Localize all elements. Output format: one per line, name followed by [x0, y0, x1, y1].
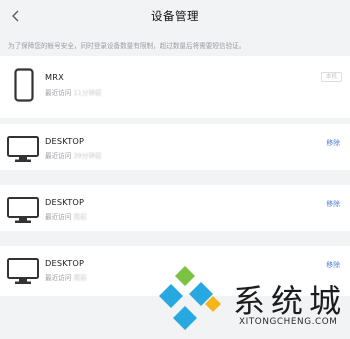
last-visit-label: 最近访问	[45, 152, 74, 160]
device-card-desktop-1: DESKTOP 最近访问 39分钟前 移除	[0, 124, 350, 170]
last-visit-time: 周前	[73, 213, 87, 221]
chevron-left-icon	[12, 10, 19, 22]
last-visit-time: 39分钟前	[73, 152, 102, 160]
device-name: DESKTOP	[45, 258, 85, 268]
watermark-logo-icon	[159, 266, 221, 330]
last-visit: 最近访问 周前	[45, 272, 87, 282]
last-visit-time: 周前	[73, 274, 87, 282]
watermark: 系统城 XITONGCHENG.COM	[155, 262, 350, 339]
last-visit-label: 最近访问	[45, 89, 74, 97]
watermark-url: XITONGCHENG.COM	[239, 317, 338, 327]
device-card-desktop-2: DESKTOP 最近访问 周前 移除	[0, 185, 350, 231]
last-visit-label: 最近访问	[45, 213, 74, 221]
page-title: 设备管理	[151, 9, 199, 23]
last-visit: 最近访问 11分钟前	[45, 87, 102, 97]
remove-device-button[interactable]: 移除	[326, 137, 340, 147]
back-button[interactable]	[6, 6, 26, 26]
watermark-brand: 系统城	[233, 282, 348, 320]
last-visit: 最近访问 39分钟前	[45, 150, 102, 160]
device-card-phone: MRX 最近访问 11分钟前 本机	[0, 56, 350, 118]
device-name: DESKTOP	[45, 197, 85, 207]
remove-device-button[interactable]: 移除	[326, 198, 340, 208]
top-bar: 设备管理	[0, 0, 350, 32]
current-device-badge: 本机	[320, 72, 342, 82]
security-notice: 为了保障您的帐号安全，同时登录设备数量有限制，超过数量后将需要短信验证。	[8, 42, 246, 50]
monitor-icon	[7, 136, 39, 162]
last-visit-label: 最近访问	[45, 274, 74, 282]
monitor-icon	[7, 258, 39, 284]
device-name: MRX	[45, 72, 64, 82]
device-name: DESKTOP	[45, 136, 85, 146]
monitor-icon	[7, 197, 39, 223]
last-visit-time: 11分钟前	[73, 89, 102, 97]
last-visit: 最近访问 周前	[45, 211, 87, 221]
phone-icon	[14, 68, 34, 102]
